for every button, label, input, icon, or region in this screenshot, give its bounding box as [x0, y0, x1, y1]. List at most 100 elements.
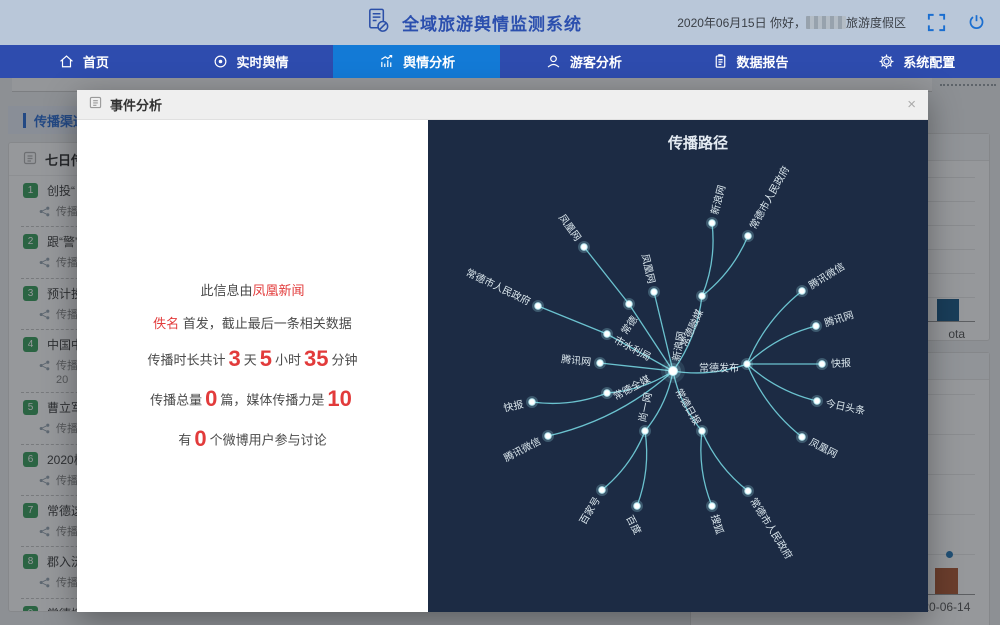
- close-icon[interactable]: ×: [907, 97, 916, 112]
- graph-node[interactable]: [742, 230, 754, 242]
- graph-node[interactable]: [542, 430, 554, 442]
- graph-node-label: 搜狐: [708, 513, 726, 536]
- graph-node[interactable]: [601, 387, 613, 399]
- graph-edge: [654, 292, 673, 371]
- graph-node-label: 常德市人民政府: [464, 266, 533, 308]
- graph-node-label: 常德日报: [672, 386, 703, 427]
- graph-title: 传播路径: [667, 134, 728, 152]
- page-title: 全域旅游舆情监测系统: [402, 10, 582, 35]
- graph-node[interactable]: [811, 395, 823, 407]
- graph-node[interactable]: [810, 320, 822, 332]
- summary-line: 传播时长共计3天5小时35分钟: [147, 346, 357, 372]
- visitor-icon: [545, 53, 562, 70]
- graph-node[interactable]: [706, 500, 718, 512]
- redacted-org-name: [806, 16, 846, 29]
- graph-node-label: 快报: [831, 356, 852, 370]
- nav-item-analysis[interactable]: 舆情分析: [333, 45, 500, 78]
- graph-node-label: 新浪网: [708, 184, 728, 216]
- propagation-graph: 新浪网常德融媒新浪网常德市人民政府凤凰网常德凤凰网常德市人民政府市水利局腾讯网常…: [428, 120, 928, 612]
- graph-node-label: 腾讯微信: [806, 260, 847, 292]
- nav-label: 游客分析: [570, 52, 622, 71]
- graph-node-label: 腾讯网: [823, 308, 856, 329]
- graph-node[interactable]: [526, 396, 538, 408]
- graph-edge: [532, 393, 607, 403]
- nav-item-report[interactable]: 数据报告: [667, 45, 834, 78]
- modal-title: 事件分析: [110, 95, 162, 114]
- graph-node[interactable]: [578, 241, 590, 253]
- brand: 全域旅游舆情监测系统: [365, 0, 582, 45]
- graph-node[interactable]: [706, 217, 718, 229]
- event-analysis-modal: 事件分析 × 此信息由凤凰新闻佚名 首发，截止最后一条相关数据传播时长共计3天5…: [77, 90, 928, 612]
- graph-edge: [602, 431, 645, 490]
- graph-node[interactable]: [661, 359, 685, 383]
- summary-line: 传播总量0篇，媒体传播力是10: [147, 386, 357, 412]
- graph-node[interactable]: [816, 358, 828, 370]
- graph-node-label: 市水利局: [612, 333, 653, 363]
- modal-body: 此信息由凤凰新闻佚名 首发，截止最后一条相关数据传播时长共计3天5小时35分钟传…: [77, 120, 928, 612]
- graph-edge: [701, 431, 712, 506]
- graph-edge: [747, 326, 816, 364]
- graph-node-label: 百度: [623, 513, 644, 537]
- modal-header: 事件分析 ×: [77, 90, 928, 120]
- graph-edge: [584, 247, 629, 304]
- graph-node[interactable]: [601, 328, 613, 340]
- graph-edge: [702, 223, 713, 296]
- graph-node[interactable]: [696, 425, 708, 437]
- analysis-icon: [378, 53, 395, 70]
- app-logo-icon: [365, 7, 392, 39]
- propagation-pane: 新浪网常德融媒新浪网常德市人民政府凤凰网常德凤凰网常德市人民政府市水利局腾讯网常…: [428, 120, 928, 612]
- summary-line: 有0个微博用户参与讨论: [147, 426, 357, 452]
- summary-line: 此信息由凤凰新闻: [147, 280, 357, 299]
- power-icon[interactable]: [967, 13, 986, 32]
- graph-edge: [637, 431, 647, 506]
- graph-node[interactable]: [532, 300, 544, 312]
- graph-node-label: 常德发布: [699, 362, 739, 375]
- graph-node[interactable]: [631, 500, 643, 512]
- graph-edge: [702, 236, 748, 296]
- app-root: 全域旅游舆情监测系统 2020年06月15日 你好，旅游度假区 首页 实时舆情 舆情…: [0, 0, 1000, 625]
- nav-label: 数据报告: [737, 52, 789, 71]
- summary-line: 佚名 首发，截止最后一条相关数据: [147, 313, 357, 332]
- graph-node[interactable]: [594, 357, 606, 369]
- graph-edge: [629, 304, 673, 371]
- header-greeting: 2020年06月15日 你好，旅游度假区: [677, 14, 906, 31]
- nav-item-config[interactable]: 系统配置: [833, 45, 1000, 78]
- graph-node[interactable]: [596, 484, 608, 496]
- graph-node-label: 快报: [502, 398, 524, 415]
- graph-node[interactable]: [648, 286, 660, 298]
- report-icon: [712, 53, 729, 70]
- graph-edge: [747, 364, 817, 401]
- nav-label: 系统配置: [903, 52, 955, 71]
- graph-node-label: 百家号: [576, 494, 603, 526]
- nav-item-visitor[interactable]: 游客分析: [500, 45, 667, 78]
- graph-node-label: 尚一网: [636, 391, 655, 423]
- nav-item-home[interactable]: 首页: [0, 45, 167, 78]
- graph-node[interactable]: [741, 358, 753, 370]
- header-right: 2020年06月15日 你好，旅游度假区: [677, 0, 986, 45]
- graph-edge: [538, 306, 607, 334]
- nav-label: 实时舆情: [237, 52, 289, 71]
- config-icon: [878, 53, 895, 70]
- graph-node-label: 常德市人民政府: [747, 164, 792, 232]
- graph-node-label: 凤凰网: [639, 253, 658, 285]
- home-icon: [58, 53, 75, 70]
- graph-node[interactable]: [639, 425, 651, 437]
- nav-item-realtime[interactable]: 实时舆情: [167, 45, 334, 78]
- graph-edge: [702, 431, 748, 491]
- summary-pane: 此信息由凤凰新闻佚名 首发，截止最后一条相关数据传播时长共计3天5小时35分钟传…: [77, 120, 428, 612]
- graph-node[interactable]: [796, 431, 808, 443]
- graph-node[interactable]: [796, 285, 808, 297]
- graph-node-label: 腾讯微信: [502, 434, 543, 464]
- nav-label: 舆情分析: [403, 52, 455, 71]
- graph-node[interactable]: [696, 290, 708, 302]
- graph-node-label: 腾讯网: [561, 352, 592, 368]
- modal-icon: [89, 96, 102, 114]
- realtime-icon: [212, 53, 229, 70]
- graph-node[interactable]: [742, 485, 754, 497]
- graph-node-label: 常德融媒: [677, 307, 706, 349]
- graph-node-label: 今日头条: [824, 396, 866, 417]
- app-header: 全域旅游舆情监测系统 2020年06月15日 你好，旅游度假区: [0, 0, 1000, 45]
- graph-node[interactable]: [623, 298, 635, 310]
- event-summary: 此信息由凤凰新闻佚名 首发，截止最后一条相关数据传播时长共计3天5小时35分钟传…: [147, 266, 357, 466]
- fullscreen-icon[interactable]: [926, 12, 947, 33]
